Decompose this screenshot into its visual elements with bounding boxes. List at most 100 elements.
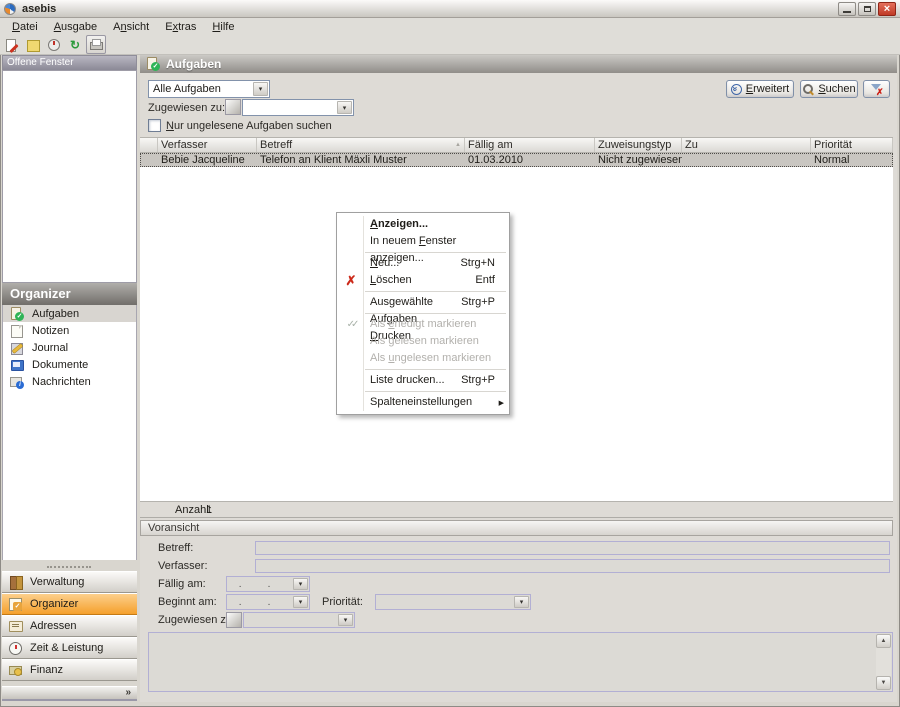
- close-button[interactable]: ×: [878, 2, 896, 16]
- expand-icon: [731, 84, 742, 95]
- delete-icon: ✗: [342, 272, 360, 289]
- window-controls: ×: [838, 2, 896, 16]
- search-button-label: Suchen: [818, 83, 855, 95]
- context-menu-item-in-neuem-fenster-anzeigen[interactable]: In neuem Fenster anzeigen...: [337, 233, 509, 250]
- sidebar-item-aufgaben[interactable]: Aufgaben: [3, 305, 136, 322]
- timer-button[interactable]: [44, 35, 64, 54]
- preview-notes-area[interactable]: ▲ ▼: [148, 632, 893, 692]
- preview-prioritaet-dropdown[interactable]: ▾: [375, 594, 531, 610]
- dropdown-arrow-icon[interactable]: ▾: [338, 614, 353, 626]
- open-windows-header: Offene Fenster: [2, 55, 137, 70]
- preview-faellig-label: Fällig am:: [158, 578, 206, 590]
- nav-button-label: Zeit & Leistung: [30, 642, 103, 654]
- sidebar-item-dokumente[interactable]: Dokumente: [3, 356, 136, 373]
- nav-button-zeit-leistung[interactable]: Zeit & Leistung: [2, 637, 137, 659]
- open-windows-title: Offene Fenster: [7, 57, 74, 68]
- column-header-betreff[interactable]: Betreff▲: [257, 138, 465, 152]
- column-header-fallig-am[interactable]: Fällig am: [465, 138, 595, 152]
- table-body[interactable]: Bebie JacquelineTelefon an Klient Mäxli …: [140, 153, 893, 502]
- menu-shortcut: Strg+N: [460, 255, 495, 272]
- column-header-verfasser[interactable]: Verfasser: [158, 138, 257, 152]
- new-task-icon: [5, 38, 19, 52]
- context-menu-item-ausgewahlte-aufgaben-drucken[interactable]: Ausgewählte Aufgaben DruckenStrg+P: [337, 294, 509, 311]
- new-task-button[interactable]: [2, 35, 22, 54]
- addresses-icon: [8, 619, 22, 633]
- assigned-to-label: Zugewiesen zu:: [148, 102, 225, 114]
- dropdown-arrow-icon[interactable]: ▾: [293, 578, 308, 590]
- cell: Nicht zugewiesen: [595, 153, 682, 167]
- column-header-zuweisungstyp[interactable]: Zuweisungstyp: [595, 138, 682, 152]
- preview-beginnt-label: Beginnt am:: [158, 596, 217, 608]
- dropdown-arrow-icon[interactable]: ▾: [514, 596, 529, 608]
- context-menu-item-spalteneinstellungen[interactable]: Spalteneinstellungen▶: [337, 394, 509, 411]
- cell: Bebie Jacqueline: [158, 153, 257, 167]
- toolbar: ↻: [0, 35, 900, 55]
- nav-button-adressen[interactable]: Adressen: [2, 615, 137, 637]
- dropdown-arrow-icon[interactable]: ▾: [253, 82, 268, 96]
- count-value: 1: [206, 504, 212, 516]
- menu-ausgabe[interactable]: Ausgabe: [46, 19, 105, 35]
- menu-shortcut: Strg+P: [461, 294, 495, 311]
- sidebar-item-label: Notizen: [32, 325, 69, 337]
- tasks-header-bar: Aufgaben: [140, 55, 897, 73]
- preview-faellig-dropdown[interactable]: . . ▾: [226, 576, 310, 592]
- sidebar-item-nachrichten[interactable]: Nachrichten: [3, 373, 136, 390]
- title-bar: asebis ×: [0, 0, 900, 18]
- configure-buttons-chevron[interactable]: »: [125, 687, 131, 698]
- column-header-select[interactable]: [140, 138, 158, 152]
- table-row[interactable]: Bebie JacquelineTelefon an Klient Mäxli …: [140, 153, 893, 167]
- preview-prioritaet-label: Priorität:: [322, 596, 363, 608]
- nav-button-organizer[interactable]: Organizer: [2, 593, 137, 615]
- menu-item-label: Anzeigen...: [370, 216, 428, 233]
- messages-icon: [10, 375, 24, 389]
- unread-checkbox-label[interactable]: Nur ungelesene Aufgaben suchen: [166, 120, 332, 132]
- context-menu-item-anzeigen[interactable]: Anzeigen...: [337, 216, 509, 233]
- nav-button-finanz[interactable]: Finanz: [2, 659, 137, 681]
- table-header: VerfasserBetreff▲Fällig amZuweisungstypZ…: [140, 137, 893, 153]
- context-menu-item-als-erledigt-markieren: Als erledigt markieren✓✓: [337, 316, 509, 333]
- sidebar-item-journal[interactable]: Journal: [3, 339, 136, 356]
- splitter-grip[interactable]: [47, 566, 91, 568]
- dropdown-arrow-icon[interactable]: ▾: [293, 596, 308, 608]
- tasks-icon: [146, 57, 160, 71]
- unread-only-checkbox[interactable]: [148, 119, 161, 132]
- dropdown-arrow-icon[interactable]: ▾: [337, 101, 352, 114]
- preview-beginnt-dropdown[interactable]: . . ▾: [226, 594, 310, 610]
- context-menu-item-neu[interactable]: Neu...Strg+N: [337, 255, 509, 272]
- advanced-button[interactable]: Erweitert: [726, 80, 794, 98]
- column-label: Priorität: [814, 139, 852, 151]
- context-menu-item-loschen[interactable]: LöschenEntf✗: [337, 272, 509, 289]
- context-menu-item-liste-drucken[interactable]: Liste drucken...Strg+P: [337, 372, 509, 389]
- done-check-icon: ✓✓: [342, 316, 360, 333]
- assigned-to-dropdown[interactable]: ▾: [242, 99, 354, 116]
- column-header-prioritat[interactable]: Priorität: [811, 138, 893, 152]
- preview-zugewiesen-dropdown[interactable]: ▾: [243, 612, 355, 628]
- menu-hilfe[interactable]: Hilfe: [204, 19, 242, 35]
- notes-scrollbar[interactable]: ▲ ▼: [876, 634, 891, 690]
- refresh-button[interactable]: ↻: [65, 35, 85, 54]
- nav-button-label: Organizer: [30, 598, 78, 610]
- menu-datei[interactable]: Datei: [4, 19, 46, 35]
- nav-button-verwaltung[interactable]: Verwaltung: [2, 571, 137, 593]
- note-button[interactable]: [23, 35, 43, 54]
- preview-zugewiesen-label: Zugewiesen zu:: [158, 614, 235, 626]
- count-row: Anzahl: 1: [140, 502, 893, 518]
- menu-ansicht[interactable]: Ansicht: [105, 19, 157, 35]
- menu-extras[interactable]: Extras: [157, 19, 204, 35]
- sidebar-item-notizen[interactable]: Notizen: [3, 322, 136, 339]
- preview-verfasser-field[interactable]: [255, 559, 890, 573]
- assigned-picker-button[interactable]: [225, 99, 241, 115]
- scroll-up-button[interactable]: ▲: [876, 634, 891, 648]
- minimize-button[interactable]: [838, 2, 856, 16]
- preview-betreff-field[interactable]: [255, 541, 890, 555]
- preview-zugewiesen-picker-button[interactable]: [226, 612, 242, 628]
- sidebar-item-label: Aufgaben: [32, 308, 79, 320]
- print-preview-button[interactable]: [86, 35, 106, 54]
- column-header-zu[interactable]: Zu: [682, 138, 811, 152]
- restore-button[interactable]: [858, 2, 876, 16]
- task-filter-dropdown[interactable]: Alle Aufgaben ▾: [148, 80, 270, 98]
- scroll-down-button[interactable]: ▼: [876, 676, 891, 690]
- open-windows-list[interactable]: [2, 70, 137, 283]
- clear-filter-button[interactable]: [863, 80, 890, 98]
- search-button[interactable]: Suchen: [800, 80, 858, 98]
